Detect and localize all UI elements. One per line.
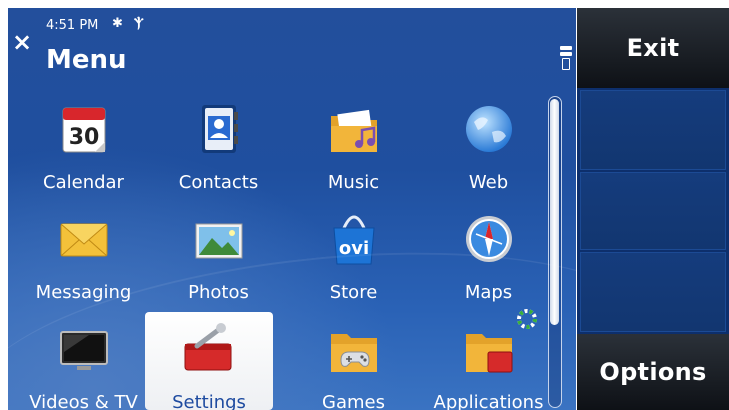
music-folder-icon [331,109,377,152]
applications-folder-icon [466,334,513,373]
menu-item-label: Contacts [178,172,259,193]
ovi-store-icon: ovi [333,215,375,265]
clock: 4:51 PM [46,18,99,33]
menu-item-label: Store [329,282,378,303]
compass-icon [466,216,512,262]
loading-icon [517,309,537,329]
softkey-spacer [580,172,726,250]
menu-item-web[interactable]: Web [421,98,556,208]
menu-item-videos-tv[interactable]: Videos & TV [16,318,151,410]
tv-icon [60,331,108,370]
menu-item-settings[interactable]: Settings [145,312,273,410]
menu-item-label: Applications [433,392,544,410]
menu-item-contacts[interactable]: Contacts [151,98,286,208]
menu-item-messaging[interactable]: Messaging [16,208,151,318]
menu-item-photos[interactable]: Photos [151,208,286,318]
softkey-spacer [580,90,726,170]
battery-icon [560,46,572,70]
menu-item-label: Maps [464,282,513,303]
calendar-icon: 30 [62,107,106,153]
menu-item-label: Messaging [35,282,132,303]
toolbox-icon [184,323,232,371]
envelope-icon [60,223,108,257]
menu-item-games[interactable]: Games [286,318,421,410]
store-logo: ovi [339,238,369,259]
menu-item-music[interactable]: Music [286,98,421,208]
bluetooth-icon: ✱ [112,16,123,31]
gamepad-folder-icon [331,334,377,372]
scrollbar-thumb[interactable] [550,99,559,325]
menu-item-store[interactable]: ovi Store [286,208,421,318]
globe-icon [466,106,512,152]
menu-item-label: Videos & TV [29,392,138,410]
app-grid: 30 Calendar Contacts Music Web Messaging… [8,98,548,410]
menu-item-label: Photos [188,282,249,303]
exit-button[interactable]: Exit [577,8,729,88]
contacts-icon [202,105,238,153]
menu-item-applications[interactable]: Applications [421,318,556,410]
softkey-panel: Exit Options [577,8,729,410]
scrollbar[interactable] [548,96,562,408]
menu-item-label: Music [327,172,380,193]
photo-icon [195,223,243,259]
page-title: Menu [46,45,127,75]
menu-item-label: Calendar [43,172,124,193]
menu-panel: × 4:51 PM ✱ Ⲯ Menu 30 Calendar Contacts … [8,8,576,410]
menu-item-label: Web [468,172,509,193]
menu-item-maps[interactable]: Maps [421,208,556,318]
signal-icon: Ⲯ [134,16,144,31]
phone-screen: × 4:51 PM ✱ Ⲯ Menu 30 Calendar Contacts … [8,8,729,410]
softkey-spacer [580,252,726,332]
menu-item-label: Settings [172,392,246,410]
menu-item-label: Games [322,392,385,410]
calendar-date: 30 [69,125,100,150]
close-icon[interactable]: × [12,30,32,54]
menu-item-calendar[interactable]: 30 Calendar [16,98,151,208]
options-button[interactable]: Options [577,334,729,410]
